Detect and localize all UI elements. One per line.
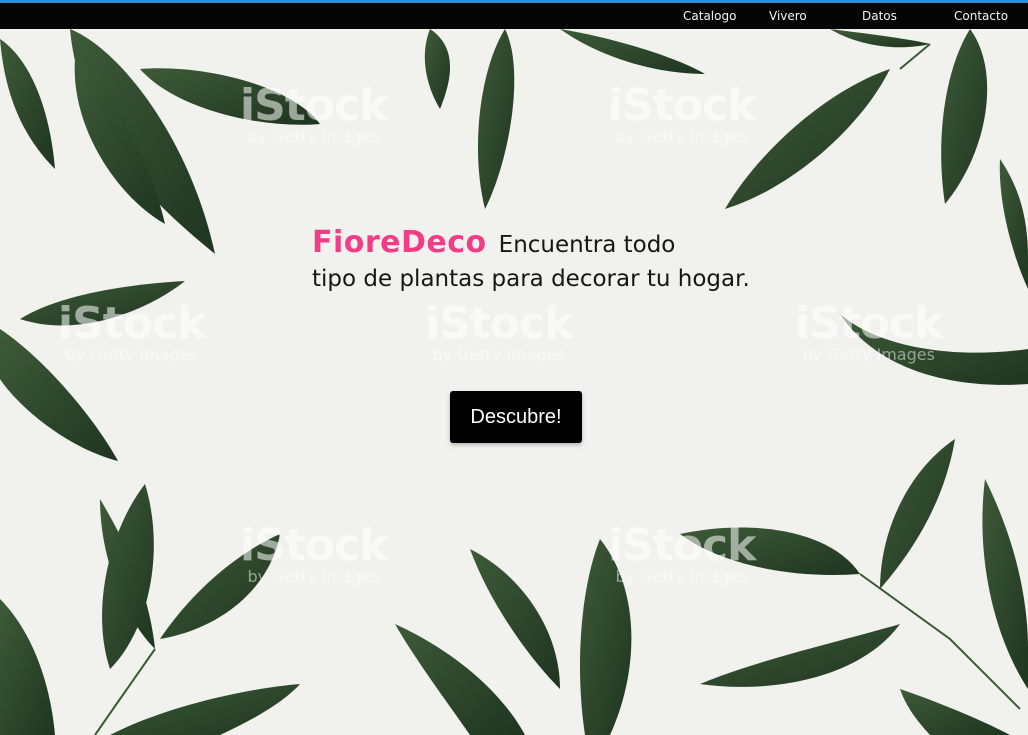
hero-tagline-line2: tipo de plantas para decorar tu hogar. <box>312 266 750 292</box>
navbar: Catalogo Vivero Datos Contacto <box>0 3 1028 29</box>
nav-link-contacto[interactable]: Contacto <box>954 9 1008 23</box>
leaf-decoration <box>0 29 1028 735</box>
hero-text: FioreDeco Encuentra todo tipo de plantas … <box>312 226 832 296</box>
hero-tagline-line1: Encuentra todo <box>498 232 676 258</box>
discover-button[interactable]: Descubre! <box>450 391 582 443</box>
brand-name: FioreDeco <box>312 225 487 260</box>
nav-link-datos[interactable]: Datos <box>862 9 897 23</box>
nav-link-catalogo[interactable]: Catalogo <box>683 9 736 23</box>
hero-background-image: iStock by Getty Images iStock by Getty I… <box>0 29 1028 735</box>
nav-link-vivero[interactable]: Vivero <box>769 9 807 23</box>
